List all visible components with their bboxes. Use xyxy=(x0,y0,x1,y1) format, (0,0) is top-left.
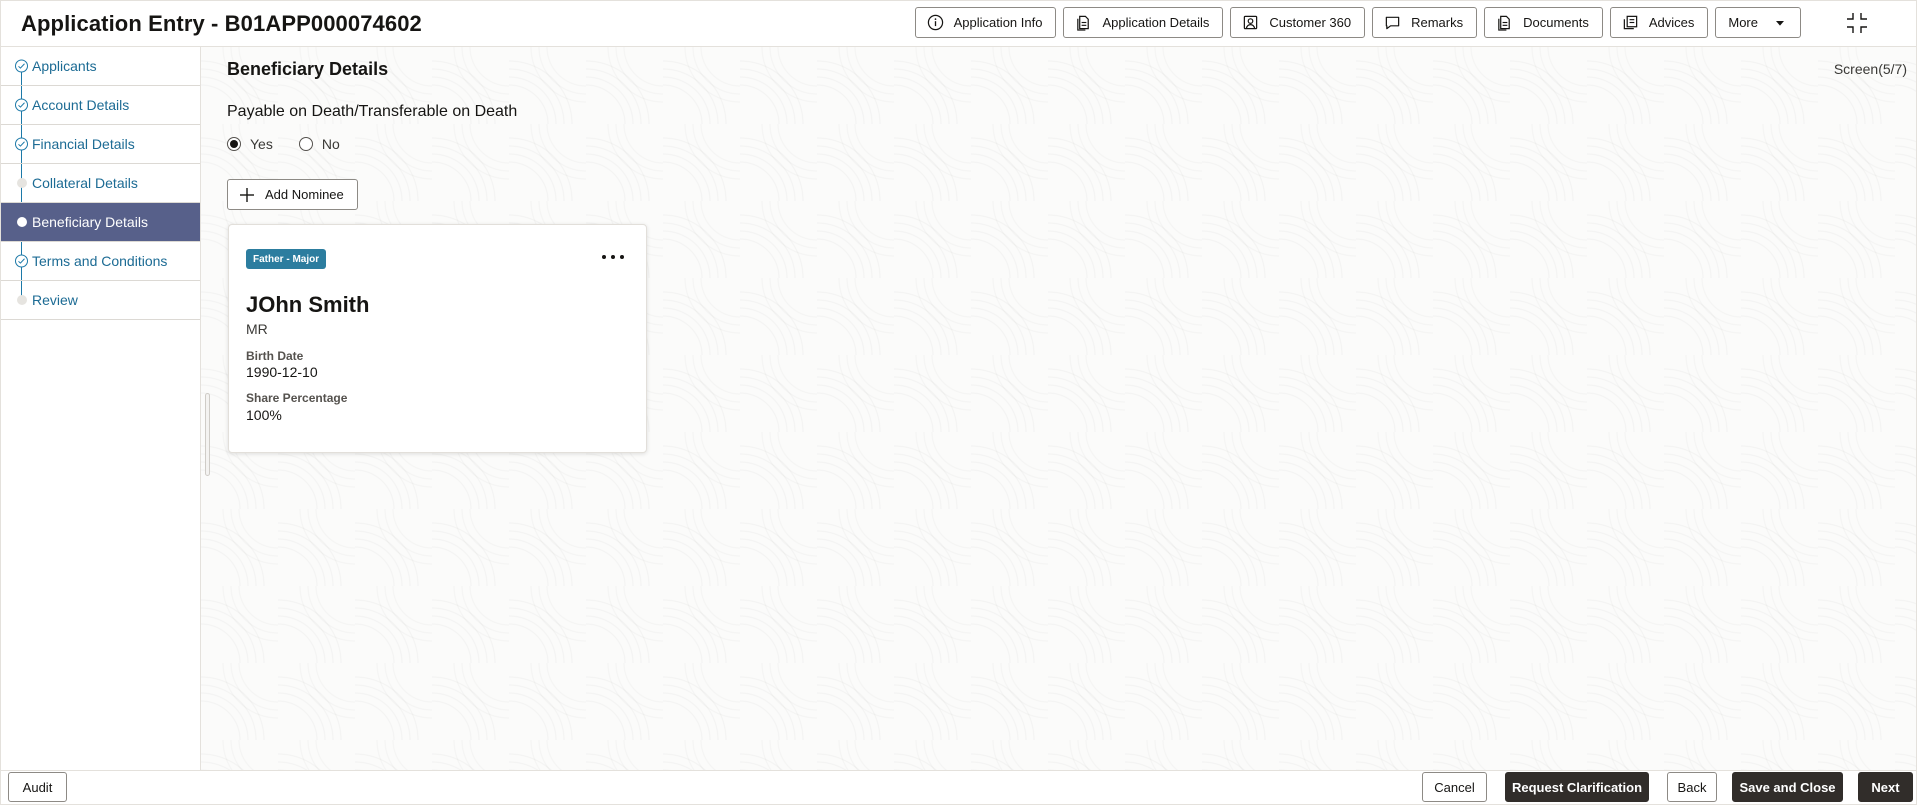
cancel-button[interactable]: Cancel xyxy=(1422,772,1487,802)
section-title: Beneficiary Details xyxy=(227,59,389,79)
screen-counter: Screen(5/7) xyxy=(1833,61,1907,77)
caret-down-icon xyxy=(1776,20,1784,26)
info-icon xyxy=(927,14,943,31)
add-nominee-label: Add Nominee xyxy=(265,187,344,202)
document-icon xyxy=(1077,15,1090,31)
more-button[interactable]: More xyxy=(1715,7,1801,38)
panel-resize-handle[interactable] xyxy=(205,393,210,476)
customer-360-button[interactable]: Customer 360 xyxy=(1230,7,1366,38)
customer-360-label: Customer 360 xyxy=(1269,15,1352,30)
advices-label: Advices xyxy=(1648,15,1695,30)
next-button[interactable]: Next xyxy=(1858,772,1913,802)
page-title: Application Entry - B01APP000074602 xyxy=(21,11,422,36)
radio-selected-icon xyxy=(227,137,241,151)
pending-dot-icon xyxy=(17,295,27,305)
pod-yes-radio[interactable]: Yes xyxy=(227,136,273,152)
share-percentage-value: 100% xyxy=(246,407,282,423)
footer-bar: Audit Cancel Request Clarification Back … xyxy=(0,770,1917,805)
back-button[interactable]: Back xyxy=(1667,772,1717,802)
step-financial-details[interactable]: Financial Details xyxy=(0,125,200,164)
collapse-icon[interactable] xyxy=(1845,11,1869,35)
birth-date-label: Birth Date xyxy=(246,349,304,363)
step-label: Applicants xyxy=(32,58,97,74)
step-label: Beneficiary Details xyxy=(32,214,148,230)
share-percentage-label: Share Percentage xyxy=(246,391,348,405)
more-options-icon[interactable] xyxy=(602,249,624,265)
check-circle-icon xyxy=(15,98,28,112)
step-review[interactable]: Review xyxy=(0,281,200,320)
audit-button[interactable]: Audit xyxy=(8,772,67,802)
header-toolbar: Application Info Application Details Cus… xyxy=(914,7,1801,38)
relationship-badge: Father - Major xyxy=(246,249,327,269)
step-applicants[interactable]: Applicants xyxy=(0,47,200,86)
pending-dot-icon xyxy=(17,178,27,188)
radio-empty-icon xyxy=(298,137,313,151)
birth-date-value: 1990-12-10 xyxy=(246,364,318,380)
remarks-button[interactable]: Remarks xyxy=(1372,7,1478,38)
document-icon xyxy=(1498,15,1510,31)
nominee-salutation: MR xyxy=(246,321,268,337)
application-details-label: Application Details xyxy=(1102,15,1210,30)
documents-label: Documents xyxy=(1523,15,1589,30)
advices-icon xyxy=(1623,15,1638,30)
current-dot-icon xyxy=(17,217,27,227)
more-label: More xyxy=(1728,15,1758,30)
application-info-label: Application Info xyxy=(953,15,1043,30)
radio-label: Yes xyxy=(250,136,273,152)
comment-icon xyxy=(1385,16,1400,30)
pod-question: Payable on Death/Transferable on Death xyxy=(227,103,518,120)
step-label: Account Details xyxy=(32,97,130,113)
step-navigation: Applicants Account Details Financial Det… xyxy=(0,47,201,770)
documents-button[interactable]: Documents xyxy=(1484,7,1603,38)
application-details-button[interactable]: Application Details xyxy=(1063,7,1224,38)
radio-label: No xyxy=(321,136,340,152)
pod-radio-group: Yes No xyxy=(227,136,340,152)
step-label: Collateral Details xyxy=(32,175,138,191)
main-content: Beneficiary Details Screen(5/7) Payable … xyxy=(201,47,1917,770)
save-and-close-button[interactable]: Save and Close xyxy=(1732,772,1843,802)
nominee-name: JOhn Smith xyxy=(246,292,370,317)
plus-icon xyxy=(240,187,254,202)
check-circle-icon xyxy=(15,59,28,73)
step-label: Review xyxy=(32,292,78,308)
nominee-card: Father - Major JOhn Smith MR Birth Date … xyxy=(228,224,647,453)
step-label: Financial Details xyxy=(32,136,135,152)
step-beneficiary-details[interactable]: Beneficiary Details xyxy=(0,203,200,242)
advices-button[interactable]: Advices xyxy=(1609,7,1709,38)
application-info-button[interactable]: Application Info xyxy=(914,7,1057,38)
check-circle-icon xyxy=(15,254,28,268)
step-label: Terms and Conditions xyxy=(32,253,168,269)
request-clarification-button[interactable]: Request Clarification xyxy=(1505,772,1649,802)
step-account-details[interactable]: Account Details xyxy=(0,86,200,125)
remarks-label: Remarks xyxy=(1411,15,1464,30)
step-collateral-details[interactable]: Collateral Details xyxy=(0,164,200,203)
pod-no-radio[interactable]: No xyxy=(298,136,340,152)
app-header: Application Entry - B01APP000074602 Appl… xyxy=(0,0,1917,47)
customer-icon xyxy=(1244,15,1258,30)
add-nominee-button[interactable]: Add Nominee xyxy=(227,179,358,210)
step-terms-and-conditions[interactable]: Terms and Conditions xyxy=(0,242,200,281)
check-circle-icon xyxy=(15,137,28,151)
